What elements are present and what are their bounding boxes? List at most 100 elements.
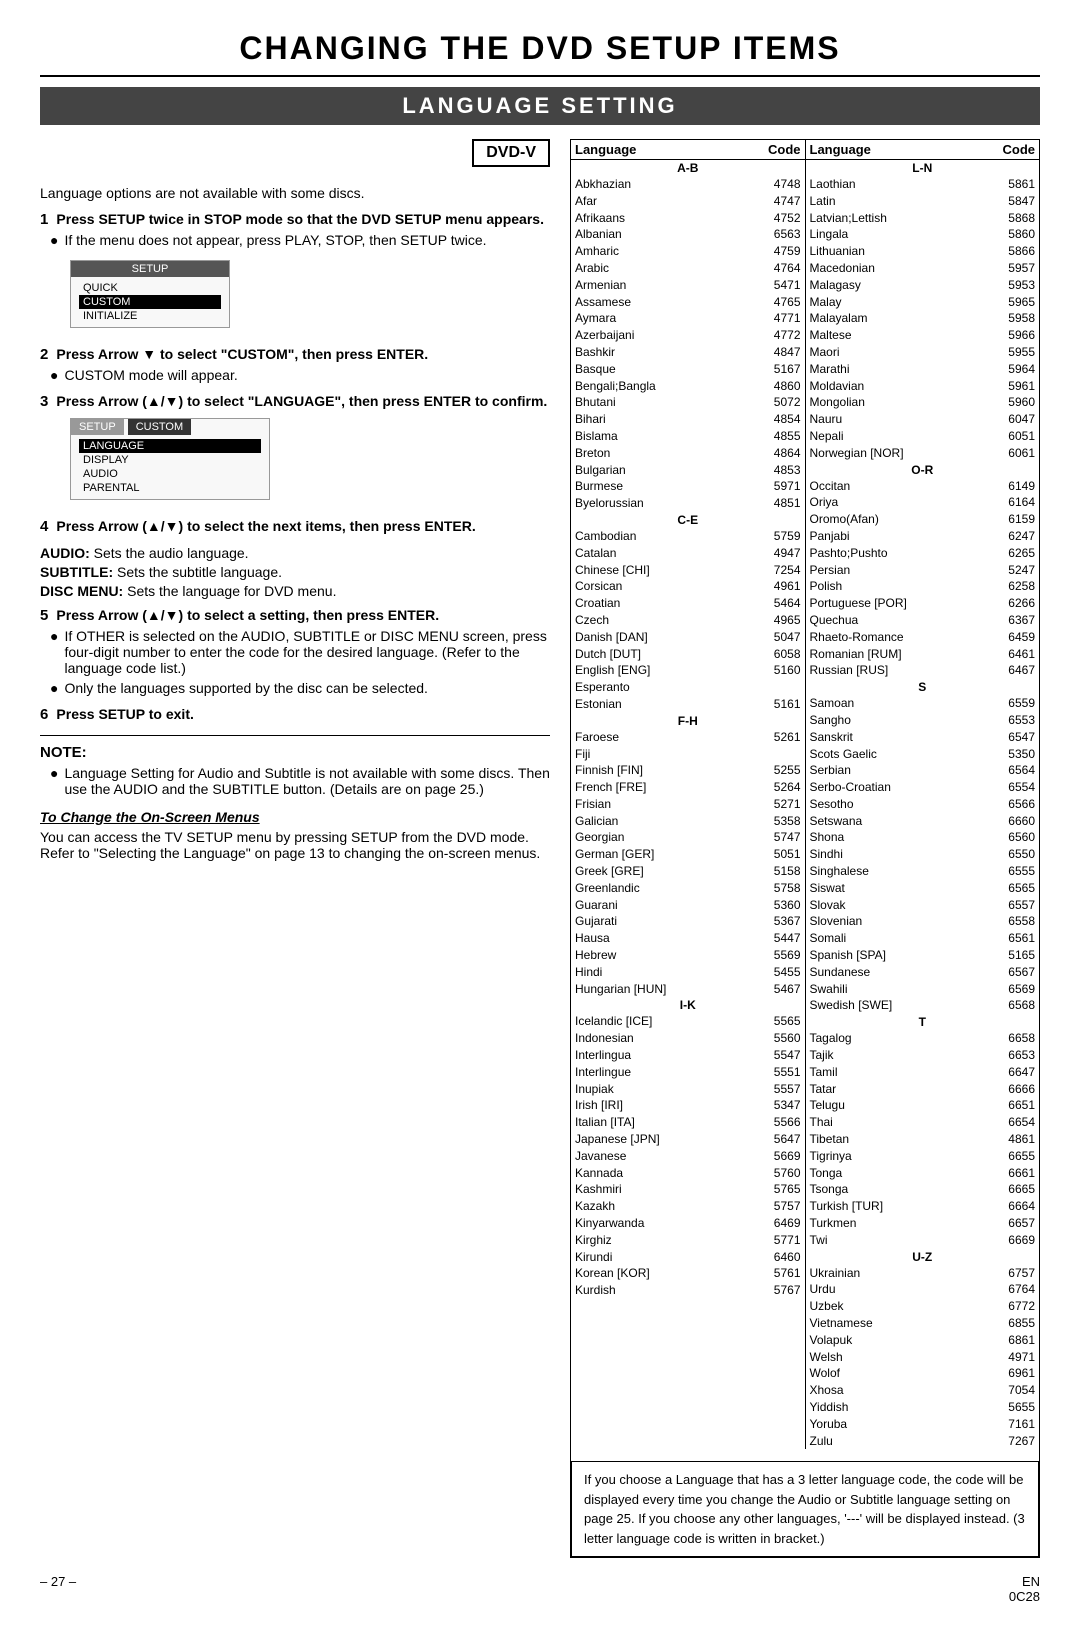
list-item: Icelandic [ICE]5565 bbox=[571, 1013, 805, 1030]
list-item: Tigrinya6655 bbox=[806, 1148, 1040, 1165]
list-item: Indonesian5560 bbox=[571, 1030, 805, 1047]
list-item: Quechua6367 bbox=[806, 612, 1040, 629]
list-item: Setswana6660 bbox=[806, 813, 1040, 830]
list-item: Italian [ITA]5566 bbox=[571, 1114, 805, 1131]
list-item: Wolof6961 bbox=[806, 1365, 1040, 1382]
list-item: Yiddish5655 bbox=[806, 1399, 1040, 1416]
list-item: Tibetan4861 bbox=[806, 1131, 1040, 1148]
list-item: Singhalese6555 bbox=[806, 863, 1040, 880]
list-item: Sindhi6550 bbox=[806, 846, 1040, 863]
list-item: Inupiak5557 bbox=[571, 1081, 805, 1098]
list-item: Afrikaans4752 bbox=[571, 210, 805, 227]
list-item: Arabic4764 bbox=[571, 260, 805, 277]
list-item: Vietnamese6855 bbox=[806, 1315, 1040, 1332]
footer-code: EN0C28 bbox=[1009, 1574, 1040, 1604]
list-item: Dutch [DUT]6058 bbox=[571, 646, 805, 663]
list-item: Irish [IRI]5347 bbox=[571, 1097, 805, 1114]
section-fh: F-H bbox=[571, 713, 805, 729]
list-item: Ukrainian6757 bbox=[806, 1265, 1040, 1282]
note-bullet-1: Language Setting for Audio and Subtitle … bbox=[50, 765, 550, 797]
list-item: English [ENG]5160 bbox=[571, 662, 805, 679]
list-item: Afar4747 bbox=[571, 193, 805, 210]
list-item: Slovak6557 bbox=[806, 897, 1040, 914]
list-item: Interlingua5547 bbox=[571, 1047, 805, 1064]
list-item: Xhosa7054 bbox=[806, 1382, 1040, 1399]
list-item: Volapuk6861 bbox=[806, 1332, 1040, 1349]
list-item: Spanish [SPA]5165 bbox=[806, 947, 1040, 964]
disc-menu-text: DISC MENU: Sets the language for DVD men… bbox=[40, 583, 550, 599]
list-item: German [GER]5051 bbox=[571, 846, 805, 863]
list-item: Faroese5261 bbox=[571, 729, 805, 746]
change-menus-text: You can access the TV SETUP menu by pres… bbox=[40, 829, 550, 861]
list-item: Frisian5271 bbox=[571, 796, 805, 813]
list-item: Persian5247 bbox=[806, 562, 1040, 579]
list-item: Swahili6569 bbox=[806, 981, 1040, 998]
step-1-text: Press SETUP twice in STOP mode so that t… bbox=[56, 211, 544, 227]
list-item: Serbo-Croatian6554 bbox=[806, 779, 1040, 796]
list-item: Kashmiri5765 bbox=[571, 1181, 805, 1198]
list-item: Lingala5860 bbox=[806, 226, 1040, 243]
list-item: Gujarati5367 bbox=[571, 913, 805, 930]
list-item: Cambodian5759 bbox=[571, 528, 805, 545]
section-ab: A-B bbox=[571, 160, 805, 176]
list-item: Bulgarian4853 bbox=[571, 462, 805, 479]
subtitle-text: SUBTITLE: Sets the subtitle language. bbox=[40, 564, 550, 580]
list-item: Rhaeto-Romance6459 bbox=[806, 629, 1040, 646]
list-item: Serbian6564 bbox=[806, 762, 1040, 779]
language-table: Language Code A-B Abkhazian4748 Afar4747… bbox=[570, 139, 1040, 1558]
step-5-bullet-1: If OTHER is selected on the AUDIO, SUBTI… bbox=[50, 628, 550, 676]
step-2-bullet: CUSTOM mode will appear. bbox=[50, 367, 550, 383]
list-item: Korean [KOR]5761 bbox=[571, 1265, 805, 1282]
list-item: Swedish [SWE]6568 bbox=[806, 997, 1040, 1014]
bottom-note: If you choose a Language that has a 3 le… bbox=[571, 1461, 1039, 1557]
list-item: Bihari4854 bbox=[571, 411, 805, 428]
list-item: Oromo(Afan)6159 bbox=[806, 511, 1040, 528]
section-uz: U-Z bbox=[806, 1249, 1040, 1265]
list-item: Samoan6559 bbox=[806, 695, 1040, 712]
lang-col-right: Language Code L-N Laothian5861 Latin5847… bbox=[806, 140, 1040, 1449]
list-item: Bengali;Bangla4860 bbox=[571, 378, 805, 395]
list-item: Aymara4771 bbox=[571, 310, 805, 327]
list-item: Bislama4855 bbox=[571, 428, 805, 445]
list-item: Malagasy5953 bbox=[806, 277, 1040, 294]
audio-text: AUDIO: Sets the audio language. bbox=[40, 545, 550, 561]
list-item: Croatian5464 bbox=[571, 595, 805, 612]
note-section: NOTE: Language Setting for Audio and Sub… bbox=[40, 735, 550, 797]
step-6-text: Press SETUP to exit. bbox=[56, 706, 193, 722]
step-3-text: Press Arrow (▲/▼) to select "LANGUAGE", … bbox=[56, 393, 547, 409]
list-item: Somali6561 bbox=[806, 930, 1040, 947]
list-item: Maori5955 bbox=[806, 344, 1040, 361]
step-6: 6 Press SETUP to exit. bbox=[40, 706, 550, 723]
change-menus-title: To Change the On-Screen Menus bbox=[40, 809, 550, 825]
list-item: Javanese5669 bbox=[571, 1148, 805, 1165]
section-ln: L-N bbox=[806, 160, 1040, 176]
list-item: Polish6258 bbox=[806, 578, 1040, 595]
list-item: Kirghiz5771 bbox=[571, 1232, 805, 1249]
list-item: Yoruba7161 bbox=[806, 1416, 1040, 1433]
step-1-bullet: If the menu does not appear, press PLAY,… bbox=[50, 232, 550, 248]
main-title: CHANGING THE DVD SETUP ITEMS bbox=[40, 30, 1040, 67]
list-item: Kurdish5767 bbox=[571, 1282, 805, 1299]
list-item: Occitan6149 bbox=[806, 478, 1040, 495]
list-item: Kinyarwanda6469 bbox=[571, 1215, 805, 1232]
list-item: Moldavian5961 bbox=[806, 378, 1040, 395]
step-5-bullet-2: Only the languages supported by the disc… bbox=[50, 680, 550, 696]
list-item: Bashkir4847 bbox=[571, 344, 805, 361]
list-item: Siswat6565 bbox=[806, 880, 1040, 897]
list-item: Tonga6661 bbox=[806, 1165, 1040, 1182]
footer-page-num: – 27 – bbox=[40, 1574, 76, 1604]
list-item: Tamil6647 bbox=[806, 1064, 1040, 1081]
list-item: Nauru6047 bbox=[806, 411, 1040, 428]
list-item: Telugu6651 bbox=[806, 1097, 1040, 1114]
list-item: Breton4864 bbox=[571, 445, 805, 462]
list-item: Galician5358 bbox=[571, 813, 805, 830]
lang-col-left: Language Code A-B Abkhazian4748 Afar4747… bbox=[571, 140, 806, 1449]
list-item: Tatar6666 bbox=[806, 1081, 1040, 1098]
list-item: Latin5847 bbox=[806, 193, 1040, 210]
list-item: Greek [GRE]5158 bbox=[571, 863, 805, 880]
list-item: Marathi5964 bbox=[806, 361, 1040, 378]
section-title: LANGUAGE SETTING bbox=[40, 87, 1040, 125]
list-item: Danish [DAN]5047 bbox=[571, 629, 805, 646]
list-item: Maltese5966 bbox=[806, 327, 1040, 344]
list-item: Tsonga6665 bbox=[806, 1181, 1040, 1198]
